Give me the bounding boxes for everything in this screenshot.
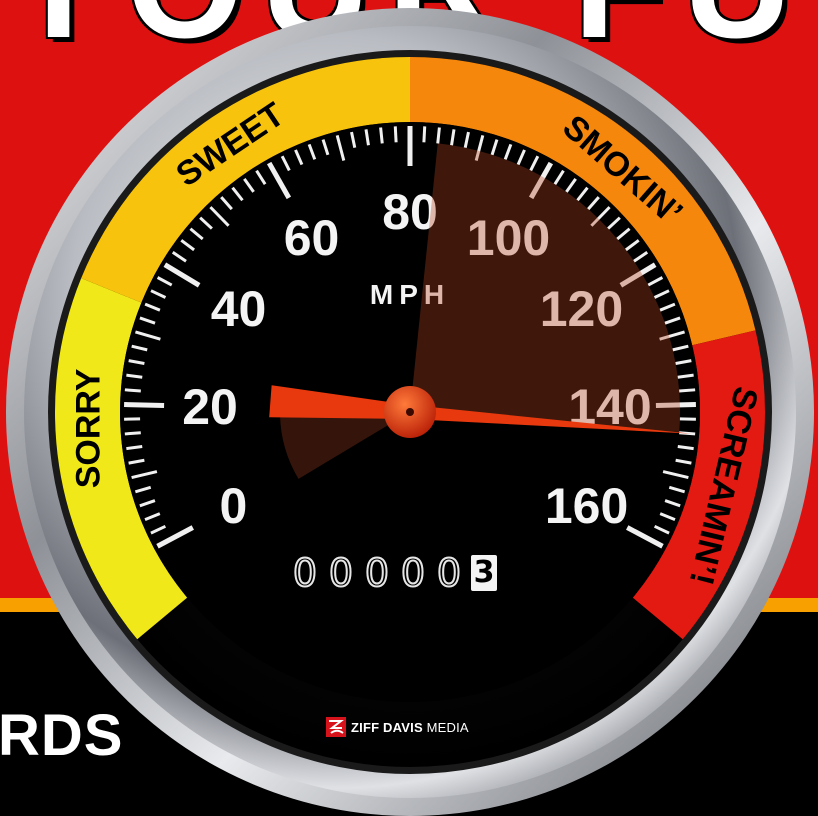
publisher-name-light: MEDIA xyxy=(426,719,469,735)
publisher-logo: ZIFF DAVIS MEDIA xyxy=(326,716,469,738)
zone-label: SORRY xyxy=(69,368,107,488)
odometer-last-digit: 3 xyxy=(471,555,497,591)
tick-label: 60 xyxy=(284,210,340,266)
publisher-name-bold: ZIFF DAVIS xyxy=(351,719,423,735)
tick-mark xyxy=(124,388,141,393)
tick-mark xyxy=(677,445,694,451)
speedometer: SORRYSWEET SMOKIN’SCREAMIN’!0204060 80 1001… xyxy=(6,8,814,816)
odometer-digit: 0 xyxy=(328,551,354,595)
odometer-digit: 0 xyxy=(436,551,462,595)
tick-mark xyxy=(126,373,143,379)
tick-mark xyxy=(124,431,141,436)
tick-mark xyxy=(679,388,696,393)
needle-pin xyxy=(406,408,414,416)
tick-mark xyxy=(422,126,427,143)
odometer-digit: 0 xyxy=(292,551,318,595)
tick-label: 160 xyxy=(545,478,628,534)
tick-mark xyxy=(126,445,143,451)
ziff-davis-logo-icon xyxy=(326,717,346,737)
odometer-digit: 0 xyxy=(400,551,426,595)
tick-mark xyxy=(379,127,384,144)
publisher-name: ZIFF DAVIS MEDIA xyxy=(351,720,469,735)
tick-mark xyxy=(436,127,441,144)
tick-mark xyxy=(393,126,398,143)
tick-label: 40 xyxy=(211,281,267,337)
odometer: 0 0 0 0 0 3 xyxy=(288,552,497,594)
tick-mark xyxy=(677,373,694,379)
tick-label: 0 xyxy=(220,478,248,534)
tick-label: 20 xyxy=(182,379,238,435)
tick-mark xyxy=(124,402,165,409)
odometer-digit: 0 xyxy=(364,551,390,595)
